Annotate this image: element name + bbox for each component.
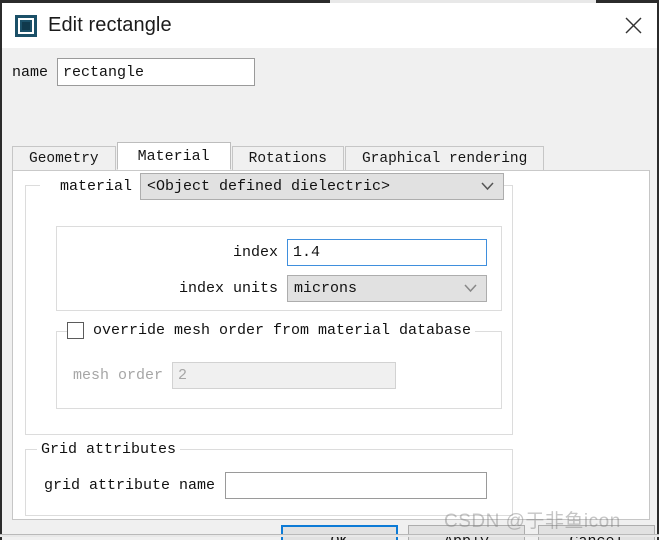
- dialog-window: Edit rectangle name Geometry Material Ro…: [0, 3, 659, 540]
- dialog-body: name Geometry Material Rotations Graphic…: [2, 48, 657, 540]
- material-combobox-value: <Object defined dielectric>: [147, 178, 391, 195]
- mesh-order-row: mesh order: [73, 362, 397, 389]
- ok-button[interactable]: OK: [281, 525, 398, 540]
- tab-bar: Geometry Material Rotations Graphical re…: [12, 142, 650, 170]
- material-group: material <Object defined dielectric> ind…: [25, 173, 513, 435]
- apply-button[interactable]: Apply: [408, 525, 525, 540]
- override-mesh-order-row[interactable]: override mesh order from material databa…: [67, 322, 476, 339]
- material-label: material: [40, 178, 140, 195]
- override-mesh-order-checkbox[interactable]: [67, 322, 84, 339]
- mesh-order-label: mesh order: [73, 367, 164, 384]
- title-bar: Edit rectangle: [2, 3, 657, 48]
- name-label: name: [12, 63, 49, 81]
- grid-attribute-name-row: grid attribute name: [44, 472, 488, 499]
- material-row: material <Object defined dielectric>: [40, 173, 504, 200]
- button-bar: OK Apply Cancel: [2, 525, 657, 540]
- tab-page-material: material <Object defined dielectric> ind…: [12, 170, 650, 520]
- index-row: index: [57, 239, 487, 266]
- mesh-order-group: override mesh order from material databa…: [56, 322, 502, 409]
- grid-attributes-title: Grid attributes: [37, 441, 181, 458]
- close-icon: [625, 17, 641, 34]
- chevron-down-icon: [481, 178, 494, 195]
- index-units-row: index units microns: [57, 275, 487, 302]
- tab-geometry[interactable]: Geometry: [12, 146, 116, 170]
- index-label: index: [232, 244, 278, 261]
- tab-graphical-rendering[interactable]: Graphical rendering: [344, 146, 545, 170]
- material-combobox[interactable]: <Object defined dielectric>: [140, 173, 504, 200]
- close-button[interactable]: [609, 3, 657, 48]
- name-input[interactable]: [57, 58, 256, 86]
- bottom-edge-strip: [0, 534, 659, 537]
- cancel-button[interactable]: Cancel: [538, 525, 655, 540]
- tab-rotations[interactable]: Rotations: [231, 146, 344, 170]
- rectangle-object-icon: [15, 14, 37, 37]
- index-units-combobox-value: microns: [294, 280, 358, 297]
- mesh-order-input: [172, 362, 397, 389]
- override-mesh-order-label: override mesh order from material databa…: [93, 322, 472, 339]
- page-title: Edit rectangle: [48, 14, 172, 36]
- index-group: index index units microns: [56, 226, 502, 311]
- edit-rectangle-dialog-screenshot: Edit rectangle name Geometry Material Ro…: [0, 0, 659, 540]
- index-units-combobox[interactable]: microns: [287, 275, 487, 302]
- index-input[interactable]: [287, 239, 487, 266]
- chevron-down-icon: [464, 280, 477, 297]
- name-row: name: [2, 58, 256, 86]
- index-units-label: index units: [178, 280, 278, 297]
- grid-attribute-name-label: grid attribute name: [44, 477, 216, 494]
- tab-material[interactable]: Material: [116, 142, 231, 170]
- grid-attributes-group: Grid attributes grid attribute name: [25, 441, 513, 516]
- grid-attribute-name-input[interactable]: [225, 472, 488, 499]
